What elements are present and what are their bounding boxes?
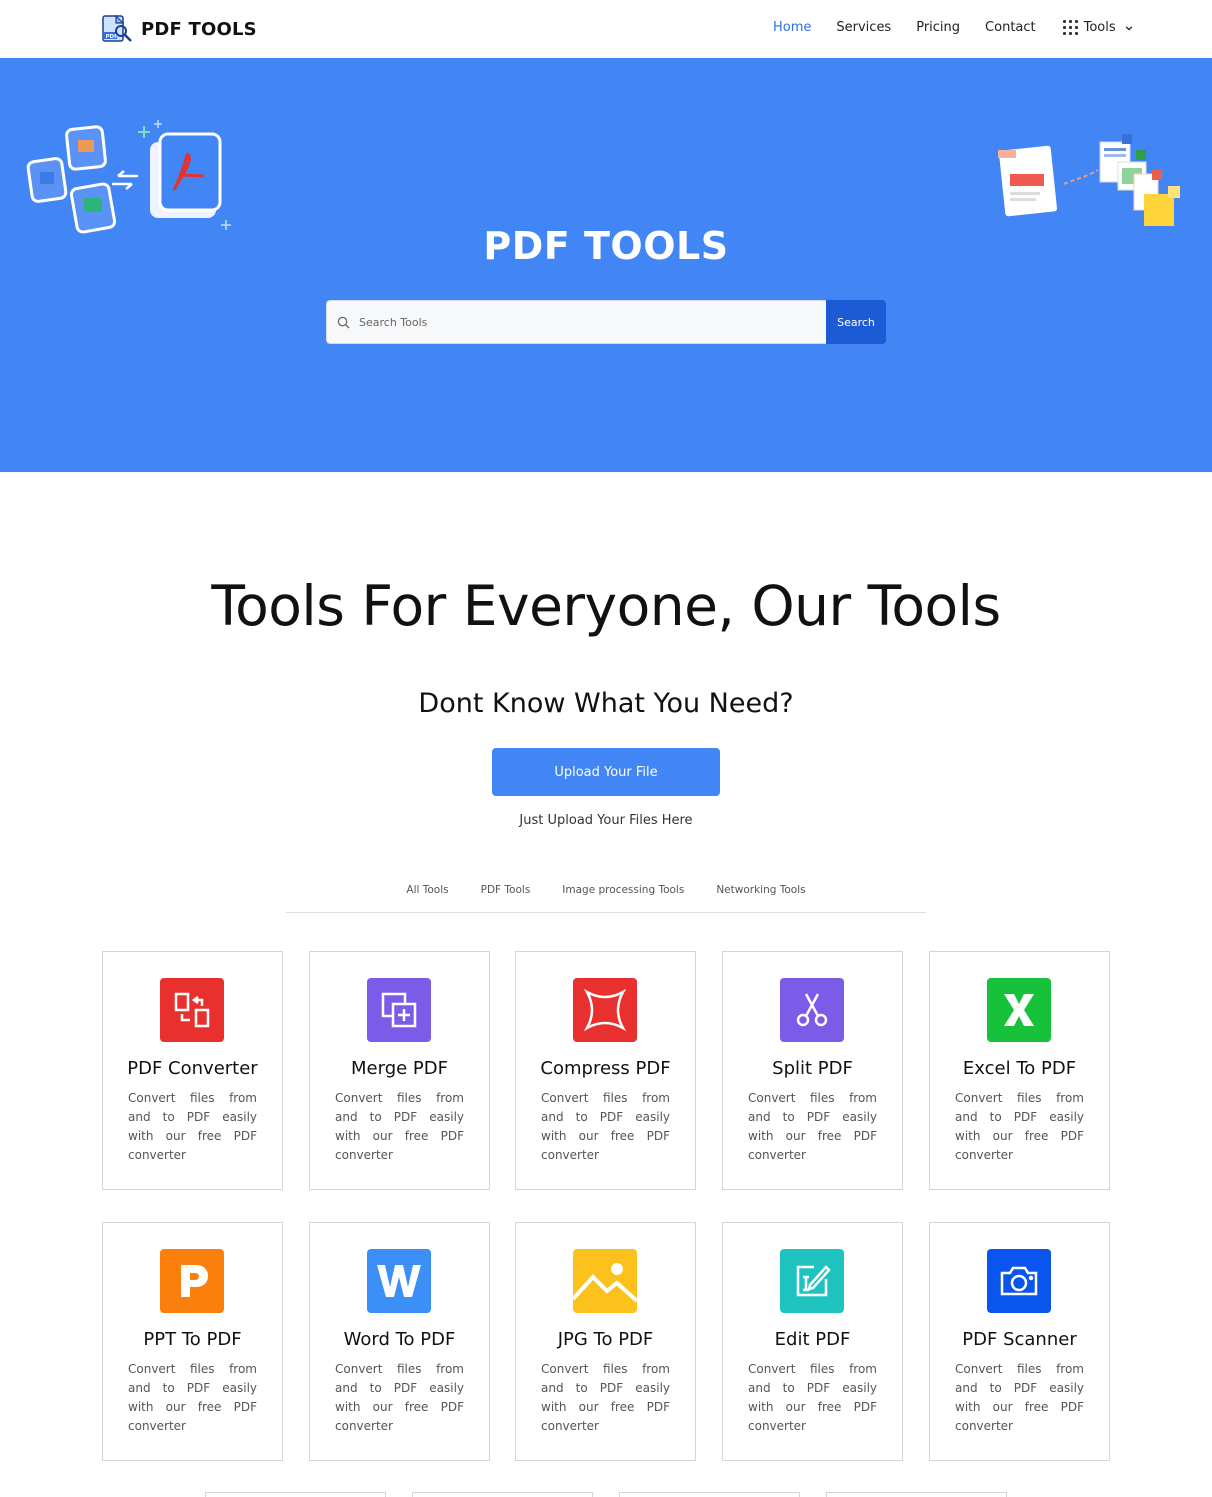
search-field[interactable] xyxy=(326,300,826,344)
tool-category-tabs: All Tools PDF Tools Image processing Too… xyxy=(286,877,926,913)
tool-card-pdf-scanner[interactable]: PDF Scanner Convert files from and to PD… xyxy=(929,1222,1110,1461)
chevron-down-icon xyxy=(1125,25,1132,31)
apps-grid-icon xyxy=(1062,20,1078,35)
tool-card-pdf-converter[interactable]: PDF Converter Convert files from and to … xyxy=(102,951,283,1190)
tab-pdf-tools[interactable]: PDF Tools xyxy=(465,877,547,912)
section-title: Tools For Everyone, Our Tools xyxy=(211,574,1001,638)
navbar: PDF PDF TOOLS Home Services Pricing Cont… xyxy=(0,0,1212,58)
nav-contact[interactable]: Contact xyxy=(985,20,1036,35)
tool-card-description: Convert files from and to PDF easily wit… xyxy=(335,1362,464,1433)
tool-card-title: Split PDF xyxy=(772,1058,853,1079)
tool-card-excel-to-pdf[interactable]: Excel To PDF Convert files from and to P… xyxy=(929,951,1110,1190)
merge-icon xyxy=(367,978,431,1042)
pdf-logo-icon: PDF xyxy=(102,14,132,42)
tool-card-title: PDF Converter xyxy=(127,1058,258,1079)
word-icon xyxy=(367,1249,431,1313)
tool-card-title: PDF Scanner xyxy=(962,1329,1077,1350)
tool-card-description: Convert files from and to PDF easily wit… xyxy=(748,1091,877,1162)
tool-card-title: Merge PDF xyxy=(351,1058,448,1079)
ppt-icon xyxy=(160,1249,224,1313)
compress-icon xyxy=(573,978,637,1042)
tab-networking-tools[interactable]: Networking Tools xyxy=(700,877,821,912)
scissors-icon xyxy=(780,978,844,1042)
tool-card-description: Convert files from and to PDF easily wit… xyxy=(541,1091,670,1162)
main-nav: Home Services Pricing Contact Tools xyxy=(773,20,1133,35)
tool-card-split-pdf[interactable]: Split PDF Convert files from and to PDF … xyxy=(722,951,903,1190)
tool-card-title: Word To PDF xyxy=(343,1329,456,1350)
section-subtitle: Dont Know What You Need? xyxy=(418,688,794,719)
tool-card-description: Convert files from and to PDF easily wit… xyxy=(335,1091,464,1162)
tools-dropdown-label: Tools xyxy=(1083,20,1116,35)
tool-card-word-to-pdf[interactable]: Word To PDF Convert files from and to PD… xyxy=(309,1222,490,1461)
tool-card-description: Convert files from and to PDF easily wit… xyxy=(128,1362,257,1433)
svg-text:PDF: PDF xyxy=(106,34,119,40)
camera-icon xyxy=(987,1249,1051,1313)
convert-icon xyxy=(160,978,224,1042)
tool-card-merge-pdf[interactable]: Merge PDF Convert files from and to PDF … xyxy=(309,951,490,1190)
hero-title: PDF TOOLS xyxy=(483,224,729,268)
upload-hint: Just Upload Your Files Here xyxy=(519,813,693,828)
nav-services[interactable]: Services xyxy=(836,20,891,35)
edit-icon xyxy=(780,1249,844,1313)
tool-card-description: Convert files from and to PDF easily wit… xyxy=(955,1091,1084,1162)
tool-card-title: PPT To PDF xyxy=(143,1329,242,1350)
nav-home[interactable]: Home xyxy=(773,20,811,35)
tool-card-description: Convert files from and to PDF easily wit… xyxy=(748,1362,877,1433)
search-button[interactable]: Search xyxy=(826,300,886,344)
tool-card-description: Convert files from and to PDF easily wit… xyxy=(955,1362,1084,1433)
tool-card-description: Convert files from and to PDF easily wit… xyxy=(541,1362,670,1433)
excel-icon xyxy=(987,978,1051,1042)
tool-card-title: Edit PDF xyxy=(774,1329,851,1350)
image-icon xyxy=(573,1249,637,1313)
document-illustration xyxy=(998,134,1180,226)
tool-card-compress-pdf[interactable]: Compress PDF Convert files from and to P… xyxy=(515,951,696,1190)
search-input[interactable] xyxy=(359,315,779,329)
brand-name: PDF TOOLS xyxy=(141,18,257,40)
tool-card-title: Excel To PDF xyxy=(962,1058,1077,1079)
tool-card-jpg-to-pdf[interactable]: JPG To PDF Convert files from and to PDF… xyxy=(515,1222,696,1461)
tool-card-edit-pdf[interactable]: Edit PDF Convert files from and to PDF e… xyxy=(722,1222,903,1461)
hero-banner: PDF TOOLS Search xyxy=(0,58,1212,472)
tool-card-ppt-to-pdf[interactable]: PPT To PDF Convert files from and to PDF… xyxy=(102,1222,283,1461)
brand[interactable]: PDF PDF TOOLS xyxy=(101,14,257,44)
tool-card-title: Compress PDF xyxy=(540,1058,671,1079)
nav-pricing[interactable]: Pricing xyxy=(916,20,960,35)
upload-file-button[interactable]: Upload Your File xyxy=(492,748,720,796)
search-icon xyxy=(337,316,350,329)
tool-card-title: JPG To PDF xyxy=(557,1329,654,1350)
search-bar: Search xyxy=(326,300,886,344)
tool-card-description: Convert files from and to PDF easily wit… xyxy=(128,1091,257,1162)
file-conversion-illustration xyxy=(26,120,231,234)
tools-dropdown[interactable]: Tools xyxy=(1062,20,1133,35)
tab-all-tools[interactable]: All Tools xyxy=(390,877,464,912)
tab-image-processing-tools[interactable]: Image processing Tools xyxy=(546,877,700,912)
